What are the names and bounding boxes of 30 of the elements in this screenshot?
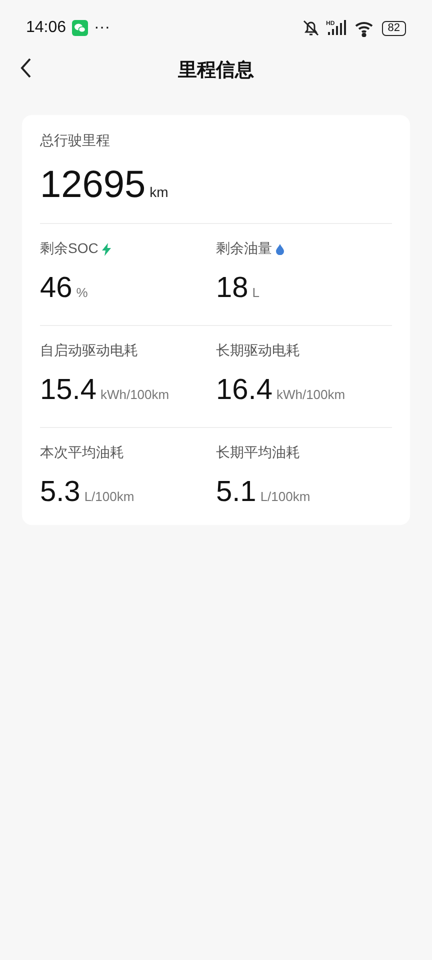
metric-label: 自启动驱动电耗	[40, 342, 138, 360]
metric-value: 46	[40, 272, 72, 305]
metric-value: 16.4	[216, 374, 272, 407]
metric-label: 长期驱动电耗	[216, 342, 300, 360]
unit-label: %	[76, 285, 88, 300]
metric-value: 18	[216, 272, 248, 305]
metric-label: 总行驶里程	[40, 132, 111, 150]
metric-value: 5.3	[40, 476, 80, 509]
chat-app-icon	[72, 20, 88, 36]
battery-indicator: 82	[382, 20, 406, 36]
unit-label: L	[252, 285, 260, 300]
metric-label: 剩余油量	[216, 240, 272, 258]
metric-value: 12695	[40, 164, 146, 207]
unit-label: L/100km	[84, 489, 134, 504]
metric-label: 本次平均油耗	[40, 444, 124, 462]
page-title: 里程信息	[178, 59, 254, 83]
clock: 14:06	[26, 19, 66, 37]
more-notifications: ···	[94, 19, 110, 37]
unit-label: km	[150, 184, 168, 200]
metric-label: 剩余SOC	[40, 240, 98, 258]
muted-bell-icon	[302, 19, 320, 37]
metric-label: 长期平均油耗	[216, 444, 300, 462]
metric-value: 15.4	[40, 374, 96, 407]
lightning-icon	[102, 242, 112, 256]
back-icon	[19, 57, 33, 79]
metric-value: 5.1	[216, 476, 256, 509]
unit-label: L/100km	[260, 489, 310, 504]
unit-label: kWh/100km	[276, 387, 346, 402]
unit-label: kWh/100km	[100, 387, 170, 402]
drop-icon	[276, 244, 284, 254]
